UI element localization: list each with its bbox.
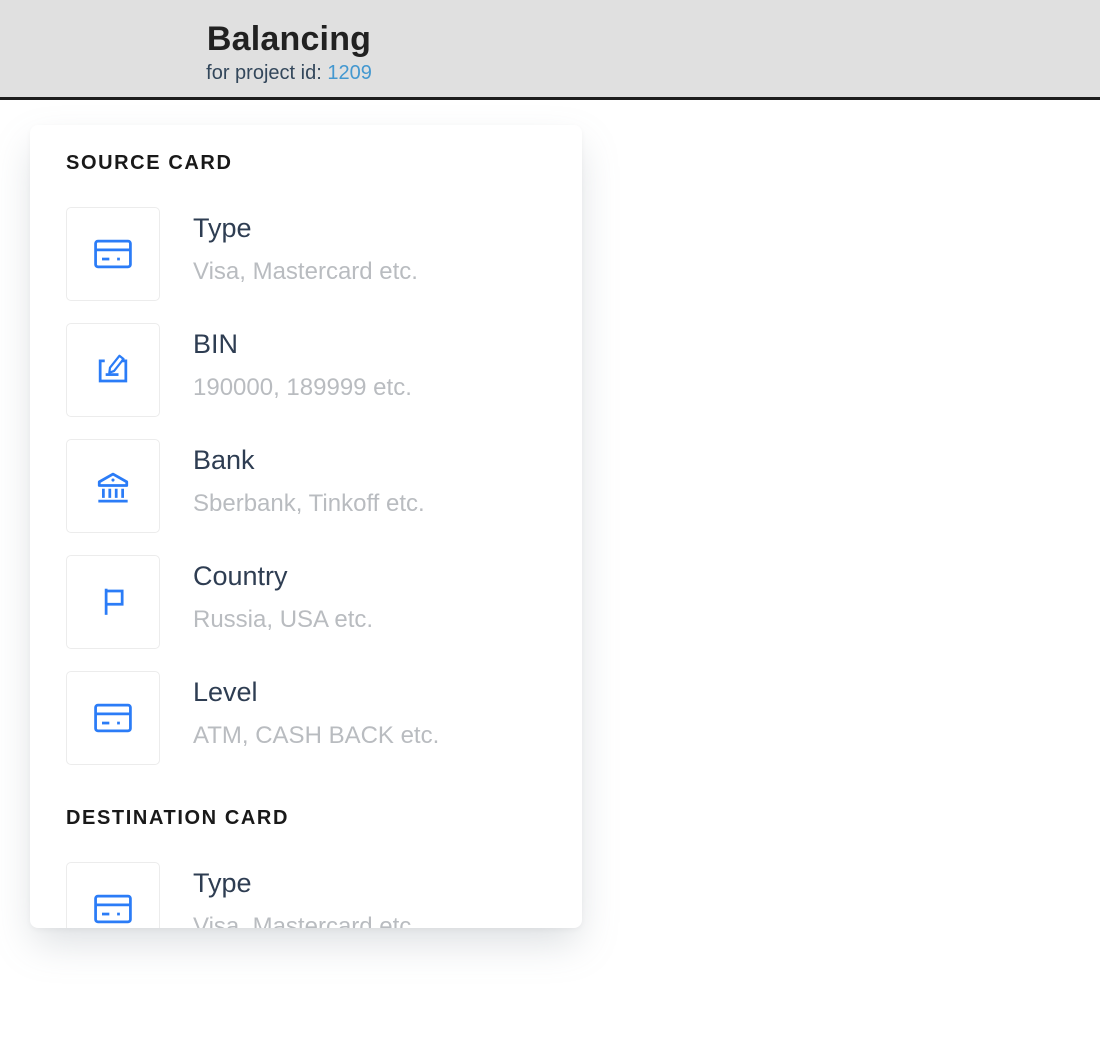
icon-box [66, 207, 160, 301]
list-item[interactable]: Level ATM, CASH BACK etc. [66, 671, 562, 765]
item-subtitle: 190000, 189999 etc. [193, 374, 412, 403]
page-title: Balancing [0, 20, 578, 59]
credit-card-icon [91, 232, 135, 276]
item-subtitle: ATM, CASH BACK etc. [193, 722, 439, 751]
item-text: BIN 190000, 189999 etc. [193, 323, 412, 403]
item-title: BIN [193, 328, 412, 360]
section-heading: DESTINATION CARD [66, 807, 562, 830]
credit-card-icon [91, 696, 135, 740]
icon-box [66, 671, 160, 765]
header: Balancing for project id: 1209 [0, 0, 1100, 100]
page-subtitle: for project id: 1209 [0, 62, 578, 85]
item-text: Country Russia, USA etc. [193, 555, 373, 635]
item-subtitle: Visa, Mastercard etc. [193, 913, 418, 928]
item-text: Level ATM, CASH BACK etc. [193, 671, 439, 751]
item-text: Bank Sberbank, Tinkoff etc. [193, 439, 425, 519]
edit-icon [91, 348, 135, 392]
subtitle-prefix: for project id: [206, 62, 322, 84]
list-item[interactable]: Country Russia, USA etc. [66, 555, 562, 649]
project-id-link[interactable]: 1209 [327, 62, 372, 84]
item-title: Type [193, 867, 418, 899]
item-subtitle: Visa, Mastercard etc. [193, 258, 418, 287]
item-title: Type [193, 212, 418, 244]
header-inner: Balancing for project id: 1209 [0, 0, 578, 85]
list-item[interactable]: Bank Sberbank, Tinkoff etc. [66, 439, 562, 533]
panel: SOURCE CARD Type Visa, Mastercard etc. BI… [30, 125, 582, 928]
item-text: Type Visa, Mastercard etc. [193, 862, 418, 928]
item-subtitle: Russia, USA etc. [193, 606, 373, 635]
list-item[interactable]: BIN 190000, 189999 etc. [66, 323, 562, 417]
icon-box [66, 439, 160, 533]
item-title: Bank [193, 444, 425, 476]
app-window: Balancing for project id: 1209 SOURCE CA… [0, 0, 1100, 1044]
credit-card-icon [91, 887, 135, 928]
list-item[interactable]: Type Visa, Mastercard etc. [66, 862, 562, 928]
bank-icon [91, 464, 135, 508]
icon-box [66, 555, 160, 649]
icon-box [66, 862, 160, 928]
flag-icon [91, 580, 135, 624]
section-heading: SOURCE CARD [66, 152, 562, 175]
item-subtitle: Sberbank, Tinkoff etc. [193, 490, 425, 519]
item-text: Type Visa, Mastercard etc. [193, 207, 418, 287]
list-item[interactable]: Type Visa, Mastercard etc. [66, 207, 562, 301]
item-title: Level [193, 676, 439, 708]
item-title: Country [193, 560, 373, 592]
icon-box [66, 323, 160, 417]
